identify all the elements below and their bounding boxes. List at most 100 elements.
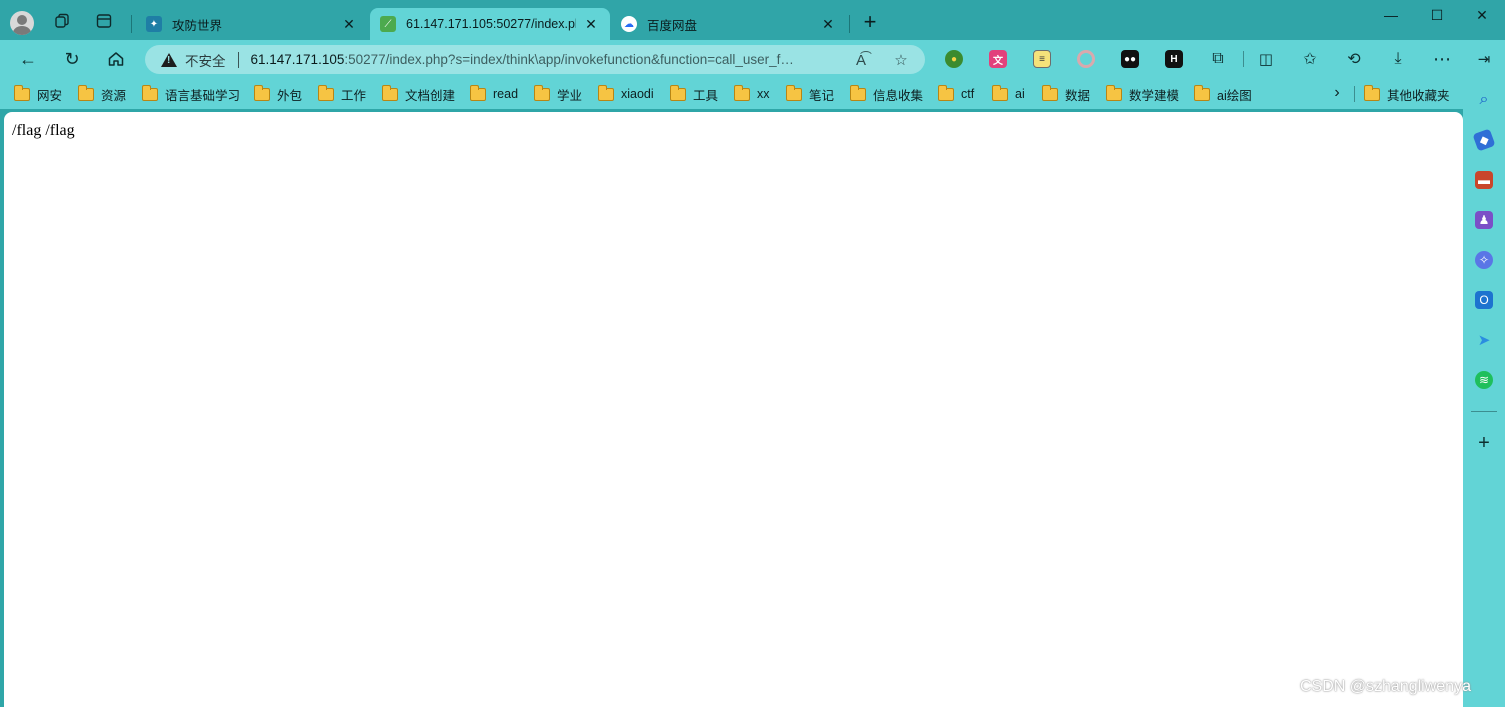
bookmark-folder[interactable]: read (470, 84, 518, 104)
favorites-icon: ✩ (1303, 51, 1317, 68)
warning-icon (161, 52, 177, 67)
toolbar-separator (1243, 51, 1244, 67)
favorite-star-icon[interactable]: ☆ (891, 51, 911, 69)
close-tab-icon[interactable]: ✕ (582, 15, 600, 33)
extension-translate-icon[interactable]: 文 (989, 50, 1007, 68)
address-bar[interactable]: 不安全 61.147.171.105:50277/index.php?s=ind… (145, 45, 925, 74)
other-bookmarks-folder[interactable]: 其他收藏夹 (1364, 84, 1450, 104)
home-icon (108, 52, 124, 66)
csdn-watermark: CSDN @szhangliwenya (1300, 678, 1471, 695)
bookmark-folder[interactable]: 外包 (254, 84, 302, 104)
page-body-text: /flag /flag (12, 122, 75, 139)
bookmark-folder[interactable]: 学业 (534, 84, 582, 104)
edge-sidebar: ⌕ ◆ ▬ ♟ ✧ O ➤ ≋ + (1463, 78, 1505, 707)
folder-icon (992, 84, 1008, 101)
tab-active-index-php[interactable]: ⟋ 61.147.171.105:50277/index.php ✕ (370, 8, 610, 40)
bookmark-folder[interactable]: xx (734, 84, 770, 104)
bookmark-folder[interactable]: ai (992, 84, 1025, 104)
bookmarks-separator (1354, 86, 1355, 102)
bookmark-label: ctf (961, 87, 975, 101)
outlook-icon[interactable]: O (1475, 291, 1493, 309)
bookmark-folder[interactable]: 网安 (14, 84, 62, 104)
bookmark-folder[interactable]: ai绘图 (1194, 84, 1252, 104)
folder-icon (1364, 84, 1380, 101)
folder-icon (1042, 84, 1058, 101)
telegram-icon[interactable]: ➤ (1475, 331, 1493, 349)
add-icon[interactable]: + (1475, 433, 1493, 453)
bookmark-label: xx (757, 87, 770, 101)
bookmark-folder[interactable]: xiaodi (598, 84, 654, 104)
bookmark-folder[interactable]: 信息收集 (850, 84, 923, 104)
bookmark-folder[interactable]: ctf (938, 84, 974, 104)
favorites-button[interactable]: ✩ (1296, 46, 1324, 72)
sidebar-toggle-button[interactable]: ⇥ (1470, 46, 1498, 72)
maximize-icon: ☐ (1430, 6, 1444, 23)
close-window-button[interactable]: ✕ (1459, 4, 1505, 26)
bookmark-folder[interactable]: 文档创建 (382, 84, 455, 104)
games-icon[interactable]: ♟ (1475, 211, 1493, 229)
split-screen-button[interactable]: ◫ (1252, 46, 1280, 72)
bookmark-label: 笔记 (809, 88, 835, 103)
extension-circle-icon[interactable] (1077, 50, 1095, 68)
search-icon[interactable]: ⌕ (1475, 91, 1493, 109)
bookmark-label: 语言基础学习 (165, 88, 241, 103)
bookmark-label: ai (1015, 87, 1025, 101)
tab-baidu-pan[interactable]: ☁ 百度网盘 ✕ (611, 8, 847, 40)
vertical-tabs-icon[interactable] (92, 9, 116, 33)
close-tab-icon[interactable]: ✕ (340, 15, 358, 33)
folder-icon (78, 84, 94, 101)
maximize-button[interactable]: ☐ (1414, 4, 1460, 26)
extension-h-icon[interactable]: H (1165, 50, 1183, 68)
refresh-button[interactable]: ↻ (58, 46, 86, 72)
bookmark-folder[interactable]: 工作 (318, 84, 366, 104)
bookmark-folder[interactable]: 数学建模 (1106, 84, 1179, 104)
bookmark-label: 资源 (101, 88, 127, 103)
folder-icon (598, 84, 614, 101)
bookmark-label: 网安 (37, 88, 63, 103)
more-bookmarks-chevron-icon[interactable]: › (1328, 84, 1346, 102)
folder-icon (254, 84, 270, 101)
folder-icon (470, 84, 486, 101)
bookmark-label: xiaodi (621, 87, 654, 101)
home-button[interactable] (102, 46, 130, 72)
back-icon: ← (19, 48, 37, 69)
close-tab-icon[interactable]: ✕ (819, 15, 837, 33)
read-aloud-icon[interactable]: A͡ (851, 51, 871, 69)
extension-notes-icon[interactable]: ≡ (1033, 50, 1051, 68)
bookmark-label: 数据 (1065, 88, 1091, 103)
bookmark-folder[interactable]: 语言基础学习 (142, 84, 240, 104)
shopping-icon[interactable]: ◆ (1472, 128, 1496, 152)
downloads-button[interactable]: ⤓ (1384, 46, 1412, 72)
history-button[interactable]: ⟲ (1340, 46, 1368, 72)
security-label: 不安全 (185, 53, 226, 69)
folder-icon (850, 84, 866, 101)
folder-icon (534, 84, 550, 101)
copilot-icon[interactable]: ✧ (1475, 251, 1493, 269)
back-button[interactable]: ← (14, 46, 42, 72)
bookmark-label: 文档创建 (405, 88, 456, 103)
tab-gongfang[interactable]: ✦ 攻防世界 ✕ (136, 8, 368, 40)
puzzle-icon: ⧉ (1212, 50, 1224, 67)
extension-tampermonkey-icon[interactable]: ●● (1121, 50, 1139, 68)
tools-icon[interactable]: ▬ (1475, 171, 1493, 189)
profile-avatar[interactable] (10, 11, 34, 35)
minimize-button[interactable]: — (1368, 4, 1414, 26)
bookmark-label: 工具 (693, 88, 719, 103)
bookmark-folder[interactable]: 数据 (1042, 84, 1090, 104)
more-menu-button[interactable]: ⋯ (1428, 46, 1456, 72)
workspaces-icon[interactable] (50, 9, 74, 33)
bookmark-folder[interactable]: 工具 (670, 84, 718, 104)
minimize-icon: — (1384, 7, 1398, 23)
tab-strip: ✦ 攻防世界 ✕ ⟋ 61.147.171.105:50277/index.ph… (0, 0, 1505, 40)
sidebar-toggle-icon: ⇥ (1477, 51, 1491, 68)
folder-icon (670, 84, 686, 101)
tab-title: 攻防世界 (172, 18, 223, 33)
new-tab-button[interactable]: + (858, 11, 882, 35)
history-icon: ⟲ (1347, 51, 1361, 68)
folder-icon (1106, 84, 1122, 101)
extension-globe-icon[interactable]: ● (945, 50, 963, 68)
spotify-icon[interactable]: ≋ (1475, 371, 1493, 389)
bookmark-folder[interactable]: 笔记 (786, 84, 834, 104)
bookmark-folder[interactable]: 资源 (78, 84, 126, 104)
extensions-button[interactable]: ⧉ (1204, 46, 1232, 72)
